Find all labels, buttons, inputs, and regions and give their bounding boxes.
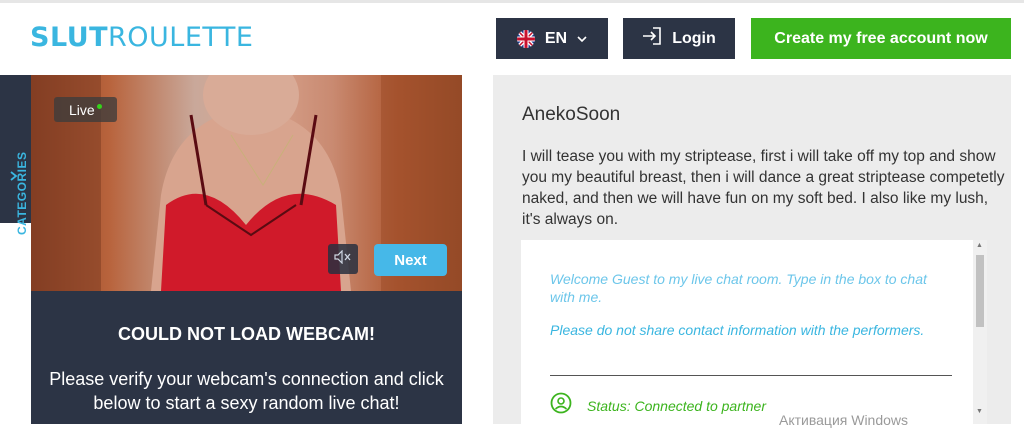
live-badge: Live [54, 97, 117, 122]
uk-flag-icon [516, 29, 535, 48]
performer-name: AnekoSoon [522, 104, 621, 125]
logo-bold-text: SLUT [30, 22, 109, 53]
chat-log[interactable]: Welcome Guest to my live chat room. Type… [521, 240, 973, 424]
chat-scrollbar[interactable]: ▲ ▼ [973, 240, 987, 424]
login-icon [642, 27, 662, 50]
scroll-down-icon[interactable]: ▼ [976, 408, 983, 415]
site-logo[interactable]: SLUTROULETTE [30, 22, 253, 54]
live-label: Live [69, 101, 95, 118]
next-label: Next [394, 251, 427, 269]
user-connected-icon [550, 392, 572, 419]
live-indicator-dot [96, 103, 102, 109]
scrollbar-thumb[interactable] [976, 255, 984, 327]
categories-label: CATEGORIES [15, 151, 29, 235]
scroll-up-icon[interactable]: ▲ [976, 242, 983, 249]
categories-tab[interactable]: CATEGORIES [0, 75, 31, 235]
top-border [0, 0, 1024, 3]
language-label: EN [544, 29, 568, 47]
chevron-down-icon [577, 30, 587, 48]
login-button[interactable]: Login [623, 18, 735, 59]
next-button[interactable]: Next [374, 244, 447, 276]
speaker-muted-icon [334, 249, 352, 269]
webcam-error-title: COULD NOT LOAD WEBCAM! [118, 324, 375, 344]
mute-button[interactable] [328, 244, 358, 274]
windows-activation-watermark: Активация Windows [779, 412, 909, 428]
status-text: Status: Connected to partner [587, 397, 766, 414]
chat-divider [550, 375, 952, 376]
connection-status: Status: Connected to partner [550, 392, 766, 419]
language-selector[interactable]: EN [496, 18, 608, 59]
webcam-error-panel: COULD NOT LOAD WEBCAM! Please verify you… [31, 291, 462, 424]
create-account-label: Create my free account now [774, 29, 988, 47]
chat-message: Please do not share contact information … [550, 322, 925, 338]
webcam-error-message: Please verify your webcam's connection a… [49, 369, 444, 413]
performer-description: I will tease you with my striptease, fir… [522, 148, 1005, 228]
create-account-button[interactable]: Create my free account now [751, 18, 1011, 59]
chat-message: Welcome Guest to my live chat room. Type… [550, 271, 927, 305]
login-label: Login [672, 29, 716, 47]
logo-light-text: ROULETTE [108, 22, 254, 53]
